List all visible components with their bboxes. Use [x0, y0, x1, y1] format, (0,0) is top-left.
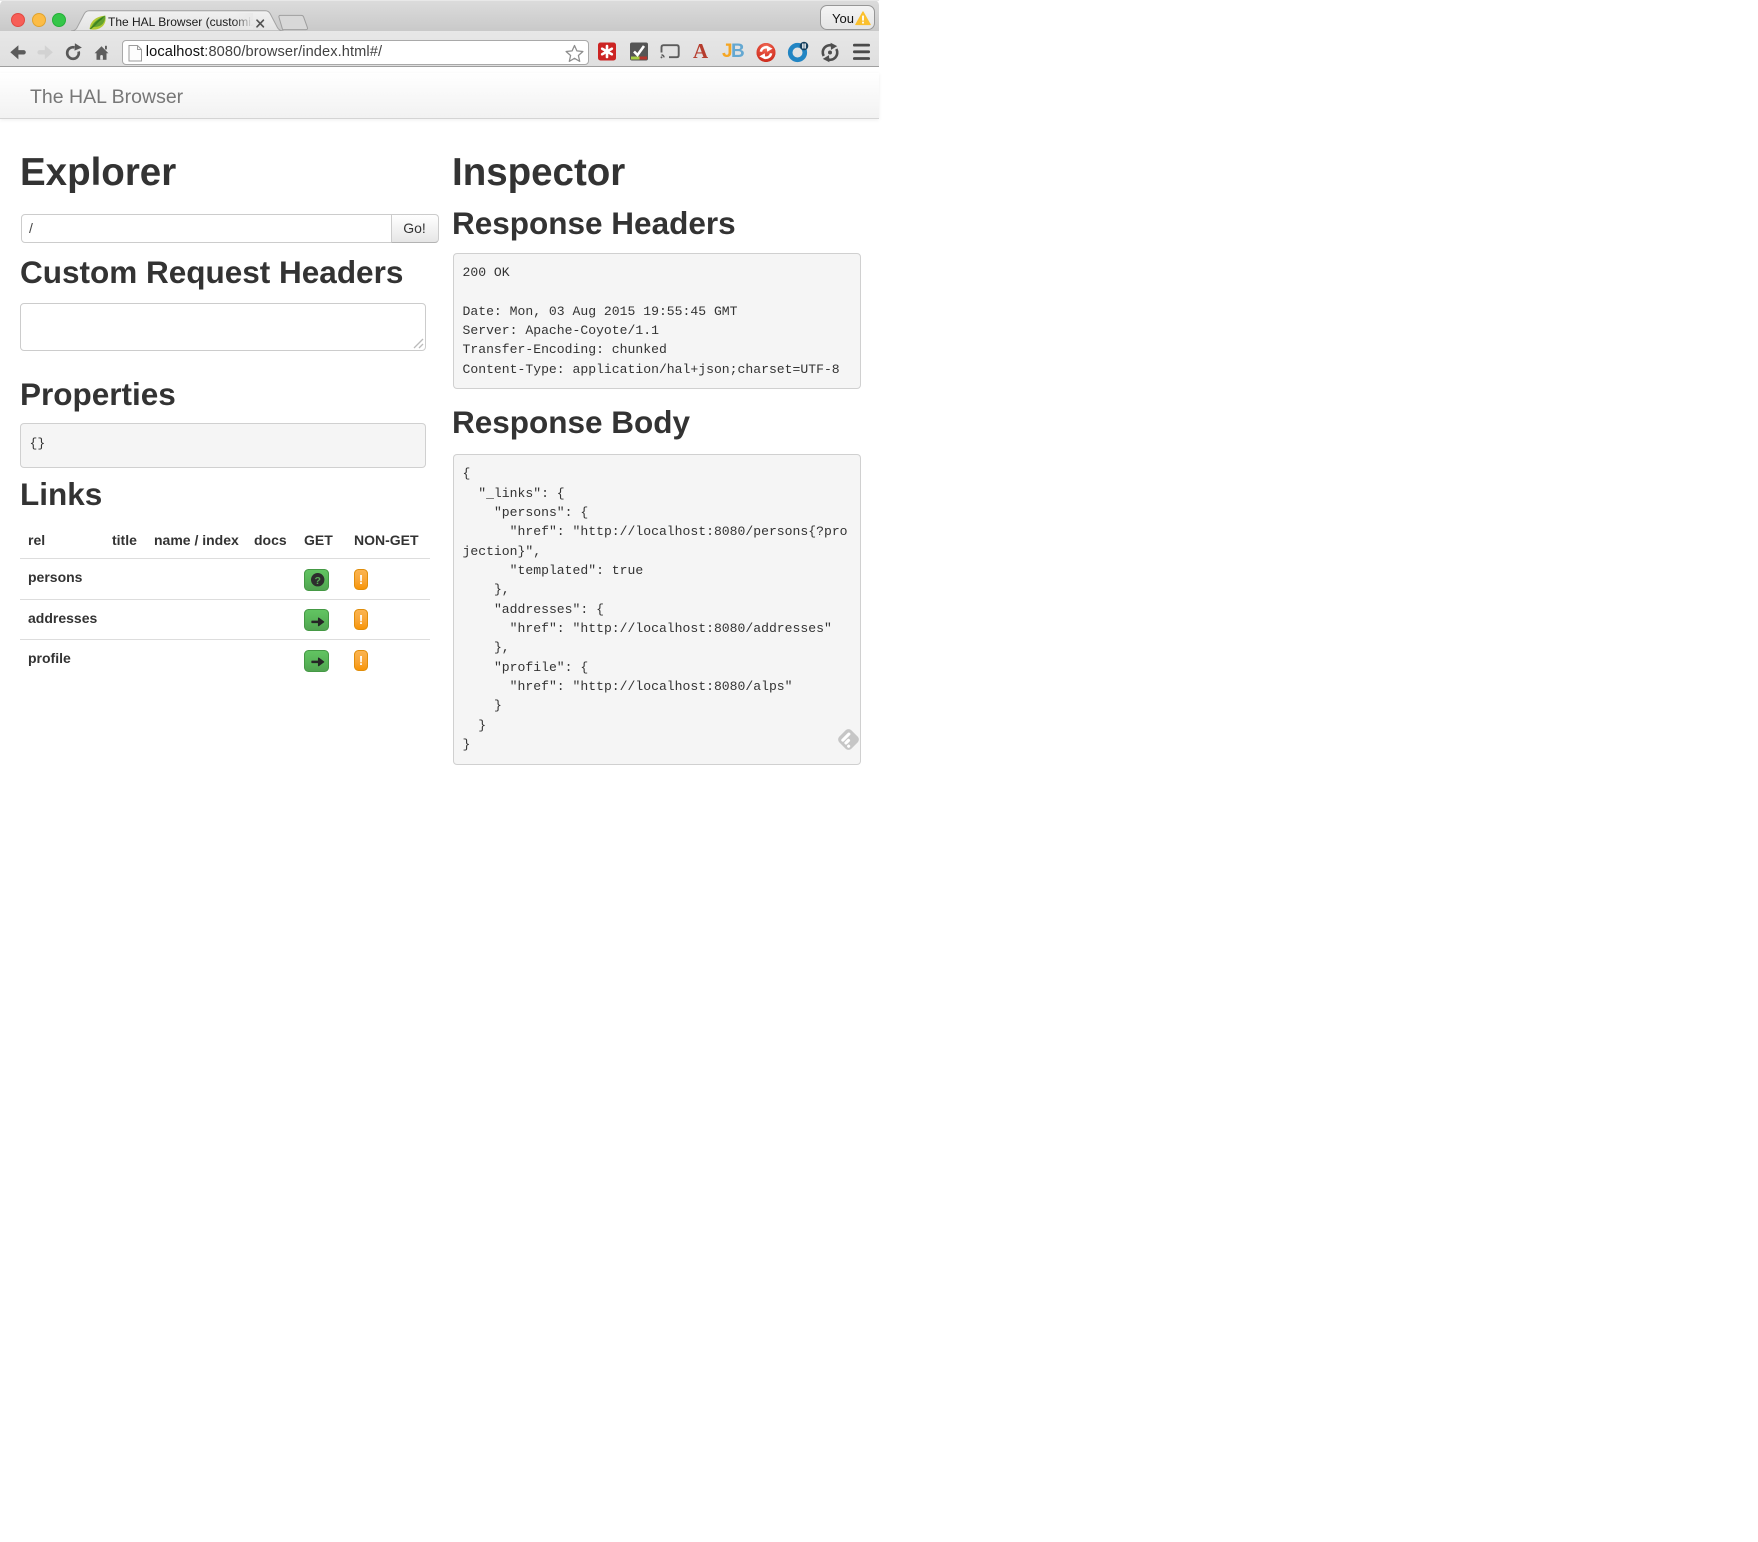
svg-text:?: ? [314, 575, 320, 587]
svg-text:B: B [731, 41, 745, 62]
svg-text:A: A [693, 39, 709, 63]
